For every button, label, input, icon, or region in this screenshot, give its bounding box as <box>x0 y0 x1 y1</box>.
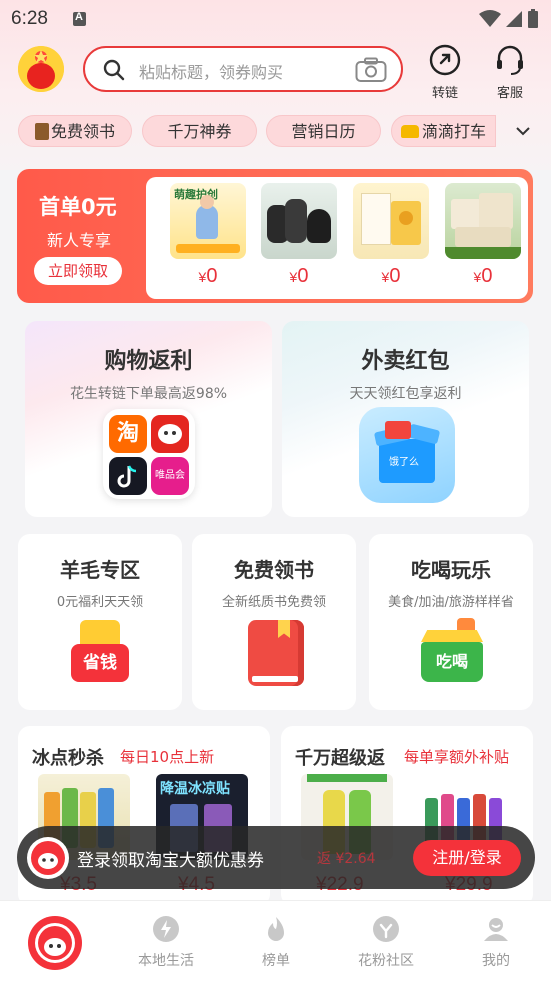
product-price: ¥0 <box>198 265 218 287</box>
card-food-fun[interactable]: 吃喝玩乐 美食/加油/旅游样样省 吃喝 <box>369 534 533 710</box>
banner-products: 萌趣护创 ¥0 ¥0 ¥0 ¥0 <box>146 177 528 299</box>
banner-product[interactable]: ¥0 <box>353 183 429 288</box>
app-logo-icon <box>27 837 69 879</box>
book-icon <box>34 123 49 140</box>
register-login-button[interactable]: 注册/登录 <box>413 840 521 876</box>
card-subtitle: 美食/加油/旅游样样省 <box>388 595 514 610</box>
tab-label: 花粉社区 <box>358 953 414 969</box>
flame-icon <box>268 917 284 941</box>
food-bag-icon: 吃喝 <box>421 618 483 684</box>
search-box[interactable]: 粘贴标题，领券购买 <box>83 46 403 92</box>
save-money-icon: 省钱 <box>71 620 129 682</box>
card-subtitle: 花生转链下单最高返98% <box>69 386 228 402</box>
douyin-icon <box>109 457 147 495</box>
status-bar: 6:28 <box>0 0 551 38</box>
book-icon <box>248 620 304 686</box>
card-subtitle: 0元福利天天领 <box>56 595 144 610</box>
bottom-tab-bar: 本地生活 榜单 花粉社区 我的 <box>0 900 551 981</box>
battery-icon <box>528 9 538 28</box>
wifi-icon <box>479 10 501 27</box>
community-icon <box>373 916 399 942</box>
convert-label: 转链 <box>431 86 458 101</box>
notification-icon <box>73 11 86 26</box>
login-toast: 登录领取淘宝大额优惠券 返 ¥2.64 注册/登录 <box>17 826 535 889</box>
card-title: 冰点秒杀 <box>32 748 104 769</box>
card-title: 购物返利 <box>104 349 193 374</box>
card-title: 千万超级返 <box>295 748 385 769</box>
first-order-banner[interactable]: 首单0元 新人专享 立即领取 萌趣护创 ¥0 ¥0 ¥0 ¥0 <box>17 169 533 303</box>
banner-subtitle: 新人专享 <box>47 231 112 250</box>
vipshop-icon: 唯品会 <box>151 457 189 495</box>
shopping-apps-icon: 淘 唯品会 <box>103 409 195 499</box>
link-icon <box>429 44 461 76</box>
card-tag: 每单享额外补贴 <box>404 748 510 766</box>
status-icons <box>479 9 539 29</box>
card-subtitle: 天天领红包享返利 <box>349 386 462 402</box>
banner-title: 首单0元 <box>39 195 117 219</box>
chip-label: 千万神券 <box>167 122 232 141</box>
card-subtitle: 全新纸质书免费领 <box>221 595 326 610</box>
customer-service-button[interactable]: 客服 <box>488 44 532 101</box>
status-time: 6:28 <box>11 8 48 29</box>
tab-label: 本地生活 <box>138 953 194 969</box>
product-image <box>261 183 337 259</box>
user-icon <box>484 918 508 941</box>
banner-product[interactable]: ¥0 <box>445 183 521 288</box>
avatar-mascot-icon <box>18 46 64 92</box>
toast-message: 登录领取淘宝大额优惠券 <box>77 851 264 871</box>
jd-icon <box>151 415 189 453</box>
lightning-icon <box>153 916 179 942</box>
chip-coupons[interactable]: 千万神券 <box>142 115 257 147</box>
card-title: 吃喝玩乐 <box>411 558 491 582</box>
card-title: 外卖红包 <box>361 349 450 374</box>
chip-free-books[interactable]: 免费领书 <box>18 115 132 147</box>
product-image: 萌趣护创 <box>170 183 246 259</box>
product-price: ¥0 <box>289 265 309 287</box>
card-title: 羊毛专区 <box>60 558 140 582</box>
tab-label: 榜单 <box>262 953 290 969</box>
banner-product[interactable]: ¥0 <box>261 183 337 288</box>
chip-label: 免费领书 <box>50 122 115 141</box>
eleme-gift-icon: 饿了么 <box>359 407 455 503</box>
quick-chips: 免费领书 千万神券 营销日历 滴滴打车 <box>0 112 551 152</box>
chip-marketing-calendar[interactable]: 营销日历 <box>266 115 381 147</box>
product-price: ¥0 <box>473 265 493 287</box>
chip-label: 滴滴打车 <box>421 122 486 141</box>
search-icon <box>103 59 125 81</box>
taxi-icon <box>400 125 419 138</box>
convert-link-button[interactable]: 转链 <box>423 44 467 101</box>
product-image <box>353 183 429 259</box>
product-price: ¥0 <box>381 265 401 287</box>
camera-icon[interactable] <box>355 57 387 83</box>
tab-local-life[interactable]: 本地生活 <box>126 915 206 970</box>
taobao-icon: 淘 <box>109 415 147 453</box>
search-placeholder: 粘贴标题，领券购买 <box>139 63 284 82</box>
headset-icon <box>497 45 523 75</box>
tab-home[interactable] <box>28 916 82 970</box>
chevron-down-icon[interactable] <box>515 124 531 138</box>
tab-mine[interactable]: 我的 <box>456 915 536 970</box>
chip-didi-taxi[interactable]: 滴滴打车 <box>391 115 496 147</box>
banner-left: 首单0元 新人专享 立即领取 <box>17 169 145 303</box>
service-label: 客服 <box>496 86 523 101</box>
card-deals-zone[interactable]: 羊毛专区 0元福利天天领 省钱 <box>18 534 182 710</box>
tab-community[interactable]: 花粉社区 <box>346 915 426 970</box>
rebate-amount: 返 ¥2.64 <box>317 851 376 867</box>
avatar[interactable] <box>18 46 64 92</box>
banner-product[interactable]: 萌趣护创 ¥0 <box>170 183 246 288</box>
tab-ranking[interactable]: 榜单 <box>236 915 316 970</box>
signal-icon <box>506 11 522 27</box>
card-shopping-rebate[interactable]: 购物返利 花生转链下单最高返98% 淘 唯品会 <box>25 321 272 517</box>
card-free-books[interactable]: 免费领书 全新纸质书免费领 <box>192 534 356 710</box>
tab-label: 我的 <box>482 953 510 969</box>
card-tag: 每日10点上新 <box>120 748 215 766</box>
home-logo-icon <box>35 923 75 963</box>
chip-label: 营销日历 <box>291 122 356 141</box>
product-image <box>445 183 521 259</box>
card-takeout-redpacket[interactable]: 外卖红包 天天领红包享返利 饿了么 <box>282 321 529 517</box>
card-title: 免费领书 <box>234 558 314 582</box>
claim-now-button[interactable]: 立即领取 <box>34 257 122 285</box>
